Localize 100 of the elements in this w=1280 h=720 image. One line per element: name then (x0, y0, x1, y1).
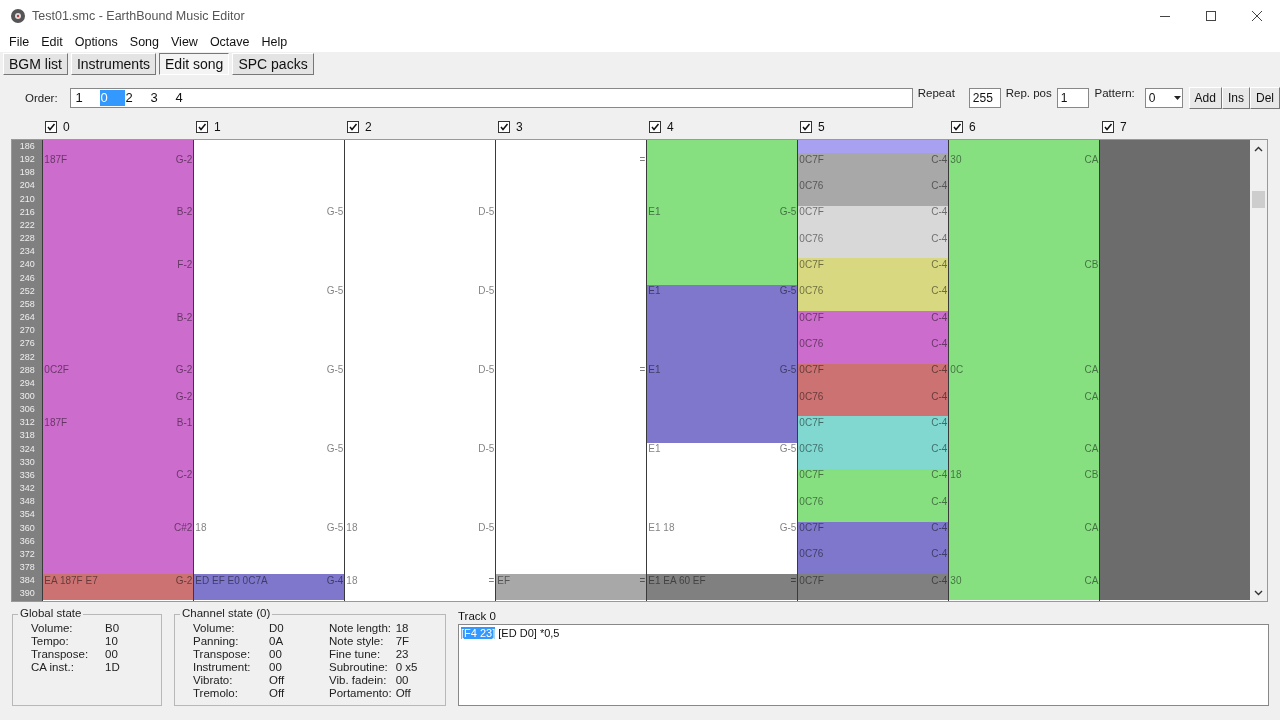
note-text: CA (1084, 522, 1099, 535)
event-text: 0C (950, 364, 964, 377)
note-text: CB (1084, 469, 1099, 482)
note-text: C-4 (931, 206, 948, 219)
row-number: 264 (18, 311, 36, 325)
field-value: 0 x5 (395, 661, 418, 674)
field-value: 00 (395, 674, 410, 687)
track-text-area[interactable]: [F4 23] [ED D0] *0,5 (458, 624, 1269, 706)
pattern-dropdown[interactable]: 0 (1144, 88, 1183, 108)
tab[interactable]: Instruments (70, 53, 157, 75)
order-item[interactable]: 3 (149, 90, 175, 106)
note-text: G-5 (779, 522, 797, 535)
channel-label: 5 (818, 120, 825, 134)
field-label: Volume: (31, 622, 74, 635)
menu-item[interactable]: Edit (35, 35, 69, 49)
field-value: 10 (105, 635, 119, 648)
row-number: 240 (18, 258, 36, 272)
event-text: 0C7F (799, 153, 824, 166)
channel-checkbox[interactable] (951, 121, 963, 133)
scrollbar[interactable] (1250, 140, 1267, 601)
field-label: Fine tune: (329, 648, 382, 661)
repeat-field[interactable]: 255 (968, 88, 1001, 108)
order-item[interactable]: 1 (74, 90, 100, 106)
note-text: F-2 (177, 259, 193, 271)
note-text: C-4 (931, 574, 948, 587)
field-label: Vib. fadein: (329, 674, 388, 687)
maximize-icon (1205, 10, 1217, 22)
field-label: Tremolo: (193, 687, 239, 700)
pattern-button[interactable]: Del (1249, 87, 1280, 109)
field-value: 7F (395, 635, 411, 648)
field-value: 23 (395, 648, 410, 661)
channel-checkbox[interactable] (800, 121, 812, 133)
channel-checkbox[interactable] (1102, 121, 1114, 133)
note-text: C#2 (174, 522, 193, 535)
note-text: D-5 (478, 522, 495, 535)
field-label: CA inst.: (31, 661, 75, 674)
channel-checkbox[interactable] (498, 121, 510, 133)
order-item[interactable]: 2 (124, 90, 150, 106)
event-text: 0C7F (799, 311, 824, 324)
row-number: 192 (18, 153, 36, 167)
field-label: Vibrato: (193, 674, 234, 687)
menu-item[interactable]: Options (68, 35, 124, 49)
row-number: 204 (18, 179, 36, 193)
note-text: G-2 (175, 153, 193, 166)
field-value: B0 (105, 622, 120, 635)
note-text: C-4 (931, 364, 948, 377)
field-value: Off (269, 674, 286, 687)
row-number: 252 (18, 284, 36, 298)
event-text: 0C7F (799, 522, 824, 535)
note-text: = (639, 364, 646, 377)
tab[interactable]: Edit song (159, 53, 230, 75)
order-item[interactable]: 4 (174, 90, 200, 106)
row-number: 228 (18, 232, 36, 246)
menu-item[interactable]: Song (123, 35, 165, 49)
note-text: B-1 (176, 416, 193, 429)
event-text: 30 (950, 153, 962, 166)
menu-item[interactable]: Help (255, 35, 294, 49)
menu-item[interactable]: File (3, 35, 36, 49)
note-text: C-4 (931, 337, 948, 350)
note-text: G-5 (326, 206, 344, 219)
note-text: C-4 (931, 259, 948, 271)
row-number: 372 (18, 547, 36, 561)
event-text: 0C2F (44, 364, 69, 377)
tab[interactable]: BGM list (3, 53, 68, 75)
group-title: Channel state (0) (180, 607, 273, 620)
note-text: C-4 (931, 495, 948, 508)
note-text: C-4 (931, 548, 948, 561)
note-text: D-5 (478, 443, 495, 456)
channel-checkbox[interactable] (649, 121, 661, 133)
channel-label: 3 (516, 120, 523, 134)
row-number: 330 (18, 455, 36, 469)
channel-label: 4 (667, 120, 674, 134)
row-number: 384 (18, 574, 36, 588)
event-text: 0C7F (799, 469, 824, 482)
channel-checkbox[interactable] (45, 121, 57, 133)
event-text: 0C7F (799, 416, 824, 429)
note-text: D-5 (478, 364, 495, 377)
menu-item[interactable]: View (165, 35, 204, 49)
tab[interactable]: SPC packs (232, 53, 314, 75)
event-text: EA 187F E7 (44, 574, 98, 587)
event-text: 0C76 (799, 232, 824, 245)
scrollbar-thumb[interactable] (1252, 191, 1266, 208)
menu-item[interactable]: Octave (203, 35, 256, 49)
event-text: 0C76 (799, 548, 824, 561)
row-number: 198 (18, 166, 36, 180)
note-text: G-5 (326, 522, 344, 535)
field-value: 00 (269, 648, 283, 661)
channel-checkbox[interactable] (347, 121, 359, 133)
channel-checkbox[interactable] (196, 121, 208, 133)
pattern-button[interactable]: Add (1188, 87, 1222, 109)
rep-pos-field[interactable]: 1 (1056, 88, 1089, 108)
order-field[interactable]: 1 0 2 3 4 (69, 88, 913, 108)
pattern-button[interactable]: Ins (1221, 87, 1250, 109)
row-number: 342 (18, 482, 36, 496)
channel-label: 1 (214, 120, 221, 134)
event-text: 0C7F (799, 574, 824, 587)
selected-text: [F4 23] (461, 627, 496, 639)
scroll-up-icon[interactable] (1254, 146, 1264, 152)
scroll-down-icon[interactable] (1254, 590, 1264, 596)
field-value: Off (395, 687, 412, 700)
